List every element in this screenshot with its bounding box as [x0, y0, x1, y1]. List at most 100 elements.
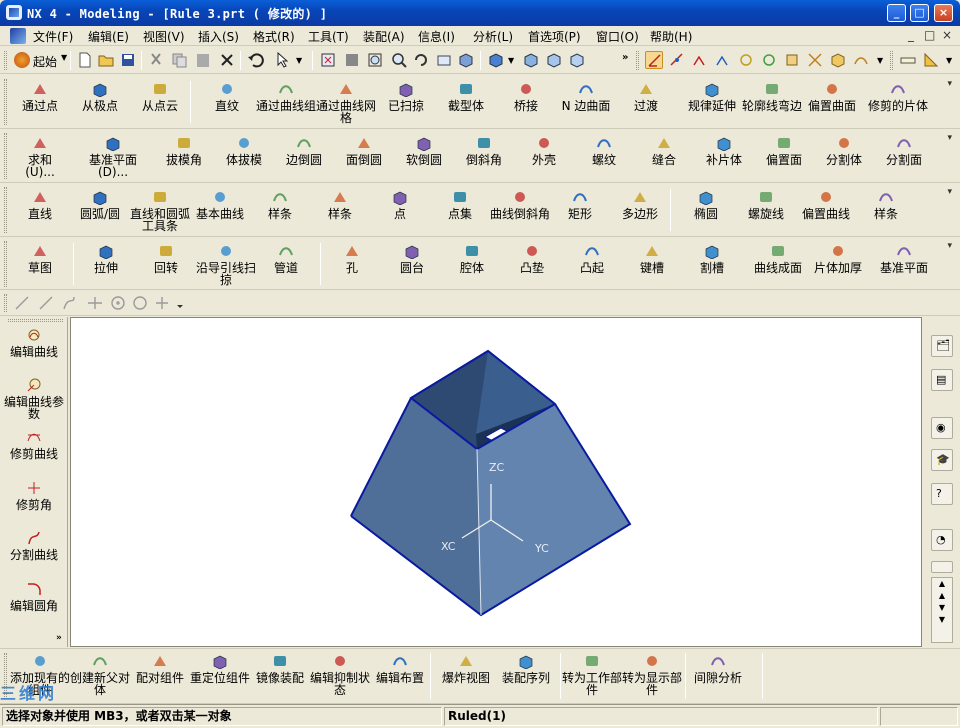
row-overflow-chevron-icon[interactable]: ▾ — [947, 133, 952, 143]
edit-curve-params-button[interactable]: 编辑曲线参数 — [2, 377, 66, 420]
toolbar-grip[interactable] — [4, 51, 7, 70]
feature-cmd-3-button[interactable]: 拔模角 — [152, 135, 216, 166]
zoom-icon[interactable] — [366, 51, 384, 69]
form-cmd-12-button[interactable]: 割槽 — [680, 243, 744, 274]
form-cmd-5-button[interactable]: 管道 — [254, 243, 318, 274]
minimize-button[interactable]: _ — [887, 4, 906, 22]
menu-edit[interactable]: 编辑(E) — [88, 28, 129, 45]
curve-cmd-14-button[interactable]: 偏置曲线 — [794, 189, 858, 220]
surface-cmd-5-button[interactable]: 通过曲线组 — [254, 81, 318, 112]
internet-explorer-icon[interactable]: ◉ — [931, 417, 953, 439]
surface-cmd-4-button[interactable]: 直纹 — [195, 81, 259, 112]
assembly-cmd-4-button[interactable]: 重定位组件 — [188, 653, 252, 684]
curve-cmd-3-button[interactable]: 直线和圆弧工具条 — [128, 189, 192, 232]
surface-cmd-12-button[interactable]: 规律延伸 — [680, 81, 744, 112]
panel-overflow-chevron-icon[interactable]: » — [56, 633, 62, 643]
close-button[interactable]: × — [934, 4, 953, 22]
select-icon[interactable] — [274, 51, 292, 69]
form-cmd-3-button[interactable]: 回转 — [134, 243, 198, 274]
row-overflow-chevron-icon[interactable]: ▾ — [947, 187, 952, 197]
surface-cmd-2-button[interactable]: 从极点 — [68, 81, 132, 112]
snap-intersect-icon[interactable] — [806, 51, 824, 69]
row-overflow-chevron-icon[interactable]: ▾ — [947, 241, 952, 251]
nx-menu-icon[interactable] — [10, 28, 26, 44]
zoom-window-icon[interactable] — [343, 51, 361, 69]
frustum-solid-model[interactable]: ZC XC YC — [71, 318, 921, 646]
surface-cmd-11-button[interactable]: 过渡 — [614, 81, 678, 112]
new-icon[interactable] — [76, 51, 94, 69]
feature-cmd-2-button[interactable]: 基准平面 (D)... — [81, 135, 145, 178]
form-cmd-13-button[interactable]: 曲线成面 — [746, 243, 810, 274]
pan-icon[interactable] — [435, 51, 453, 69]
menu-tools[interactable]: 工具(T) — [308, 28, 349, 45]
open-icon[interactable] — [97, 51, 115, 69]
resource-scrollbar[interactable]: ▲ ▲ ▼ ▼ — [931, 577, 953, 643]
menu-preferences[interactable]: 首选项(P) — [528, 28, 581, 45]
curve-cmd-2-button[interactable]: 圆弧/圆 — [68, 189, 132, 220]
snap-end-icon[interactable] — [691, 51, 709, 69]
maximize-button[interactable]: □ — [910, 4, 929, 22]
feature-cmd-8-button[interactable]: 倒斜角 — [452, 135, 516, 166]
chevron-down-icon[interactable]: ▼ — [296, 56, 302, 65]
form-cmd-2-button[interactable]: 拉伸 — [74, 243, 138, 274]
curve-cmd-7-button[interactable]: 点 — [368, 189, 432, 220]
edit-fillet-button[interactable]: 编辑圆角 — [2, 581, 66, 612]
fit-icon[interactable] — [319, 51, 337, 69]
form-cmd-6-button[interactable]: 孔 — [320, 243, 384, 274]
surface-cmd-15-button[interactable]: 修剪的片体 — [866, 81, 930, 112]
feature-cmd-1-button[interactable]: 求和 (U)... — [8, 135, 72, 178]
snap-center-icon[interactable] — [737, 51, 755, 69]
curve-cmd-13-button[interactable]: 螺旋线 — [734, 189, 798, 220]
surface-cmd-9-button[interactable]: 桥接 — [494, 81, 558, 112]
snap-existing-icon[interactable] — [783, 51, 801, 69]
menu-assembly[interactable]: 装配(A) — [363, 28, 405, 45]
curve-cmd-8-button[interactable]: 点集 — [428, 189, 492, 220]
delete-icon[interactable] — [218, 51, 236, 69]
surface-cmd-6-button[interactable]: 通过曲线网格 — [314, 81, 378, 124]
assembly-cmd-8-button[interactable]: 爆炸视图 — [434, 653, 498, 684]
assembly-cmd-5-button[interactable]: 镜像装配 — [248, 653, 312, 684]
magnifier-icon[interactable] — [390, 51, 408, 69]
form-cmd-11-button[interactable]: 键槽 — [620, 243, 684, 274]
feature-cmd-10-button[interactable]: 螺纹 — [572, 135, 636, 166]
snap-curve-icon[interactable] — [852, 51, 870, 69]
divide-curve-button[interactable]: 分割曲线 — [2, 530, 66, 561]
menu-info[interactable]: 信息(I) — [418, 28, 455, 45]
feature-cmd-5-button[interactable]: 边倒圆 — [272, 135, 336, 166]
menu-analysis[interactable]: 分析(L) — [473, 28, 513, 45]
undo-icon[interactable] — [246, 51, 264, 69]
form-cmd-14-button[interactable]: 片体加厚 — [806, 243, 870, 274]
iso-view-icon[interactable] — [522, 51, 540, 69]
rotate-icon[interactable] — [412, 51, 430, 69]
curve-cmd-6-button[interactable]: 样条 — [308, 189, 372, 220]
help-icon[interactable]: ? — [931, 483, 953, 505]
curve-cmd-5-button[interactable]: 样条 — [248, 189, 312, 220]
form-cmd-8-button[interactable]: 腔体 — [440, 243, 504, 274]
curve-cmd-1-button[interactable]: 直线 — [8, 189, 72, 220]
measure-angle-icon[interactable] — [922, 51, 940, 69]
cut-icon[interactable] — [147, 51, 165, 69]
menu-file[interactable]: 文件(F) — [33, 28, 73, 45]
row-overflow-chevron-icon[interactable]: ▾ — [947, 79, 952, 89]
feature-cmd-7-button[interactable]: 软倒圆 — [392, 135, 456, 166]
feature-cmd-6-button[interactable]: 面倒圆 — [332, 135, 396, 166]
feature-cmd-4-button[interactable]: 体拔模 — [212, 135, 276, 166]
graphics-window[interactable]: ZC XC YC — [70, 317, 922, 647]
assembly-cmd-11-button[interactable]: 转为显示部件 — [620, 653, 684, 696]
snap-face-icon[interactable] — [829, 51, 847, 69]
surface-cmd-13-button[interactable]: 轮廓线弯边 — [740, 81, 804, 112]
part-navigator-icon[interactable]: ▤ — [931, 369, 953, 391]
ruler-icon[interactable] — [899, 51, 917, 69]
chevron-down-icon[interactable]: ▼ — [946, 56, 952, 65]
shade-icon[interactable] — [457, 51, 475, 69]
feature-cmd-13-button[interactable]: 偏置面 — [752, 135, 816, 166]
assembly-cmd-6-button[interactable]: 编辑抑制状态 — [308, 653, 372, 696]
start-menu-button[interactable]: 起始 — [33, 53, 57, 70]
surface-cmd-7-button[interactable]: 已扫掠 — [374, 81, 438, 112]
assembly-cmd-9-button[interactable]: 装配序列 — [494, 653, 558, 684]
menu-window[interactable]: 窗口(O) — [596, 28, 639, 45]
top-view-icon[interactable] — [545, 51, 563, 69]
surface-cmd-10-button[interactable]: N 边曲面 — [554, 81, 618, 112]
feature-cmd-11-button[interactable]: 缝合 — [632, 135, 696, 166]
form-cmd-7-button[interactable]: 圆台 — [380, 243, 444, 274]
